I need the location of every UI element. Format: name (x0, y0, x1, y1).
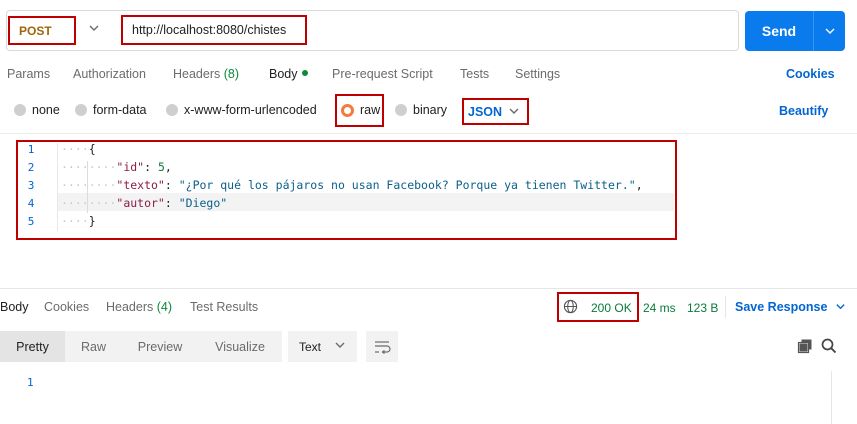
line-number: 3 (27, 179, 35, 192)
response-tab-headers[interactable]: Headers (4) (106, 300, 172, 314)
response-scrollbar[interactable] (831, 371, 832, 424)
body-format-value: JSON (468, 104, 503, 119)
tab-authorization[interactable]: Authorization (73, 67, 146, 81)
save-response-button[interactable]: Save Response (735, 300, 846, 314)
radio-selected-icon (341, 103, 354, 117)
request-bar (6, 10, 739, 51)
json-comma: , (164, 160, 172, 174)
tab-body-label: Body (269, 67, 298, 81)
response-divider (0, 288, 857, 289)
json-key: "texto" (116, 178, 165, 192)
json-string-value: "Diego" (178, 196, 228, 210)
save-response-label: Save Response (735, 300, 828, 314)
line-number: 1 (27, 143, 35, 156)
json-key: "autor" (116, 196, 165, 210)
chevron-down-icon (334, 339, 346, 354)
response-tab-test-results[interactable]: Test Results (190, 300, 258, 314)
send-label[interactable]: Send (745, 11, 813, 51)
code-line[interactable]: ····{ (61, 142, 96, 156)
code-brace: { (88, 142, 96, 156)
json-string-value: "¿Por qué los pájaros no usan Facebook? … (178, 178, 636, 192)
response-tab-body[interactable]: Body (0, 300, 29, 314)
response-tab-headers-count: (4) (156, 300, 173, 314)
method-chevron-down-icon[interactable] (88, 22, 102, 38)
copy-icon[interactable] (797, 338, 813, 354)
radio-form-data[interactable]: form-data (75, 103, 147, 117)
indent-whitespace: ········ (61, 160, 117, 174)
response-format-value: Text (299, 339, 322, 354)
json-separator: : (164, 196, 179, 210)
indent-whitespace: ···· (61, 142, 89, 156)
response-tab-headers-label: Headers (106, 300, 154, 314)
body-format-select[interactable]: JSON (462, 98, 529, 125)
json-separator: : (144, 160, 158, 174)
response-time[interactable]: 24 ms (643, 301, 676, 315)
indent-whitespace: ···· (61, 214, 89, 228)
code-brace: } (88, 214, 96, 228)
tab-settings[interactable]: Settings (515, 67, 560, 81)
radio-urlencoded-label: x-www-form-urlencoded (184, 103, 317, 117)
search-icon[interactable] (820, 337, 838, 355)
radio-circle-icon (75, 104, 87, 116)
send-options-chevron-down-icon[interactable] (814, 11, 845, 51)
line-number: 5 (27, 215, 35, 228)
tab-headers-count: (8) (223, 67, 240, 81)
code-line[interactable]: ····} (61, 214, 96, 228)
line-number: 2 (27, 161, 35, 174)
view-tab-raw[interactable]: Raw (65, 331, 122, 362)
code-line[interactable]: ········"id": 5, (61, 160, 172, 174)
code-line[interactable]: ········"texto": "¿Por qué los pájaros n… (61, 178, 643, 192)
json-comma: , (635, 178, 643, 192)
response-format-select[interactable]: Text (288, 331, 357, 362)
send-button[interactable]: Send (745, 11, 845, 51)
beautify-button[interactable]: Beautify (779, 104, 828, 118)
json-separator: : (164, 178, 179, 192)
radio-binary-label: binary (413, 103, 448, 117)
view-tab-pretty[interactable]: Pretty (0, 331, 65, 362)
json-number-value: 5 (157, 160, 165, 174)
radio-x-www-form-urlencoded[interactable]: x-www-form-urlencoded (166, 103, 317, 117)
view-tab-visualize[interactable]: Visualize (198, 331, 282, 362)
url-input[interactable]: http://localhost:8080/chistes (121, 15, 307, 45)
radio-raw-label: raw (360, 103, 381, 117)
radio-circle-icon (14, 104, 26, 116)
tab-headers-label: Headers (173, 67, 221, 81)
status-code[interactable]: 200 OK (591, 301, 632, 315)
json-key: "id" (116, 160, 145, 174)
indent-whitespace: ········ (61, 178, 117, 192)
method-select[interactable]: POST (8, 16, 76, 45)
radio-binary[interactable]: binary (395, 103, 447, 117)
radio-none[interactable]: none (14, 103, 60, 117)
tab-tests[interactable]: Tests (460, 67, 489, 81)
radio-circle-icon (166, 104, 178, 116)
response-tab-cookies[interactable]: Cookies (44, 300, 89, 314)
tab-body[interactable]: Body (269, 67, 308, 81)
tab-params[interactable]: Params (7, 67, 50, 81)
radio-form-data-label: form-data (93, 103, 147, 117)
tab-headers[interactable]: Headers (8) (173, 67, 239, 81)
radio-none-label: none (32, 103, 60, 117)
wrap-lines-button[interactable] (366, 331, 398, 362)
editor-divider (0, 133, 857, 134)
globe-icon[interactable] (563, 299, 578, 314)
view-tab-preview[interactable]: Preview (122, 331, 198, 362)
chevron-down-icon (508, 105, 520, 120)
radio-raw[interactable]: raw (341, 103, 380, 117)
line-number: 4 (27, 197, 35, 210)
tab-pre-request-script[interactable]: Pre-request Script (332, 67, 433, 81)
response-line-number: 1 (27, 376, 34, 389)
radio-circle-icon (395, 104, 407, 116)
chevron-down-icon (831, 300, 846, 314)
code-line[interactable]: ········"autor": "Diego" (61, 196, 227, 210)
body-modified-dot-icon (301, 70, 308, 76)
indent-whitespace: ········ (61, 196, 117, 210)
status-divider (725, 296, 726, 318)
response-size[interactable]: 123 B (687, 301, 718, 315)
cookies-link[interactable]: Cookies (786, 67, 835, 81)
wrap-lines-icon (375, 341, 391, 354)
